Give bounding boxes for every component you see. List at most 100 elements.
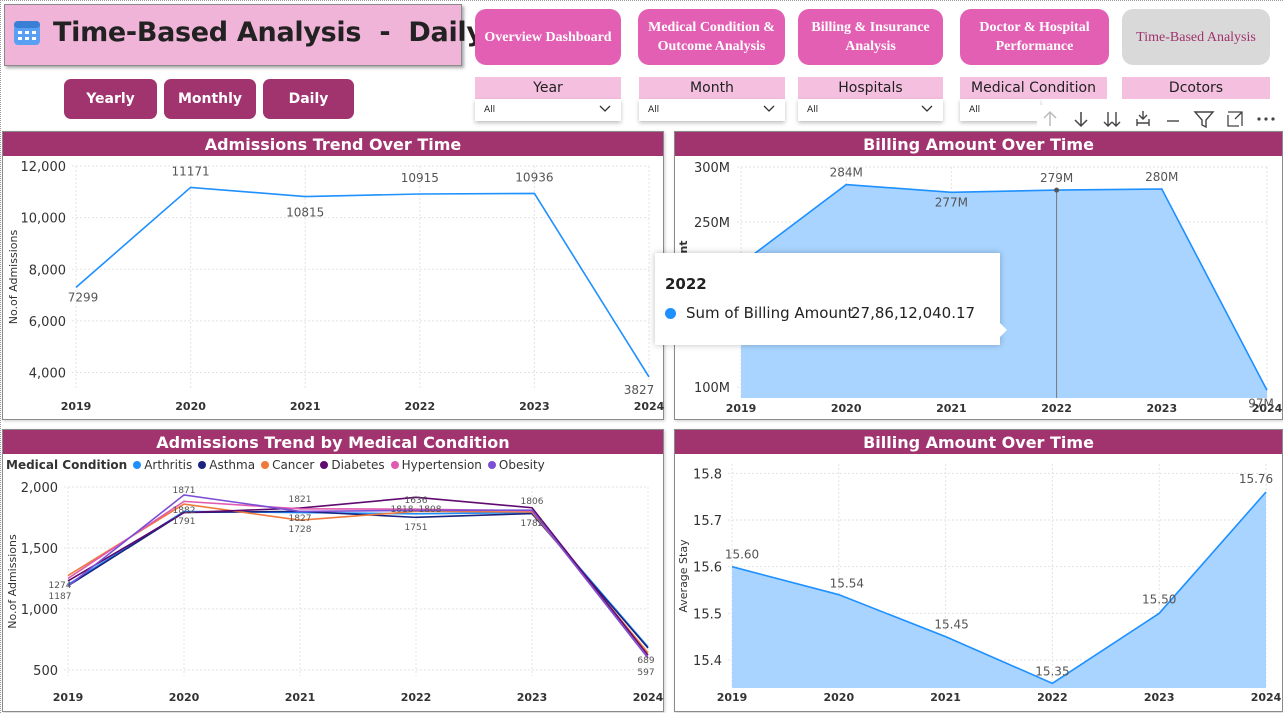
x-tick-label: 2023 bbox=[519, 400, 550, 413]
data-label: 10915 bbox=[401, 171, 439, 185]
y-tick-label: 15.7 bbox=[693, 514, 722, 529]
data-label: 1187 bbox=[49, 592, 72, 602]
x-tick-label: 2023 bbox=[517, 691, 548, 704]
y-tick-label: 15.4 bbox=[693, 654, 722, 669]
nav-doctor-hospital[interactable]: Doctor & Hospital Performance bbox=[960, 9, 1109, 65]
calendar-table-icon bbox=[14, 21, 40, 45]
x-tick-label: 2022 bbox=[1041, 402, 1072, 415]
x-tick-label: 2023 bbox=[1144, 691, 1175, 704]
legend-item-hypertension[interactable]: Hypertension bbox=[390, 458, 482, 472]
y-axis-label: No.of Admissions bbox=[6, 534, 19, 629]
slicer-hospitals-dropdown[interactable]: All bbox=[798, 99, 943, 121]
legend-item-diabetes[interactable]: Diabetes bbox=[320, 458, 385, 472]
tooltip-series-dot bbox=[665, 308, 676, 319]
data-label: 1274 bbox=[49, 581, 72, 591]
filter-icon[interactable] bbox=[1193, 107, 1216, 131]
slicer-year-value: All bbox=[484, 105, 496, 115]
data-label: 280M bbox=[1145, 170, 1178, 184]
slicer-medical-condition-label: Medical Condition bbox=[960, 77, 1107, 99]
double-arrow-down-icon[interactable] bbox=[1101, 107, 1124, 131]
chevron-down-icon bbox=[921, 105, 933, 112]
x-tick-label: 2024 bbox=[633, 691, 664, 704]
slicer-month-dropdown[interactable]: All bbox=[639, 99, 785, 121]
x-tick-label: 2021 bbox=[930, 691, 961, 704]
legend-item-asthma[interactable]: Asthma bbox=[198, 458, 255, 472]
stay-trend-chart: 15.4 15.5 15.6 15.7 15.8 2019 2020 2021 2022 2023… bbox=[677, 464, 1282, 704]
y-tick-label: 2,000 bbox=[21, 481, 58, 496]
y-tick-label: 500 bbox=[33, 664, 58, 679]
arrow-down-icon[interactable] bbox=[1070, 107, 1093, 131]
legend-item-arthritis[interactable]: Arthritis bbox=[133, 458, 192, 472]
more-options-icon[interactable] bbox=[1254, 107, 1277, 131]
data-label: 1882 bbox=[173, 506, 196, 516]
y-axis-label: No.of Admissions bbox=[7, 230, 20, 325]
nav-medical-condition[interactable]: Medical Condition & Outcome Analysis bbox=[638, 9, 785, 65]
data-label: 1791 bbox=[173, 517, 196, 527]
x-tick-label: 2019 bbox=[53, 691, 84, 704]
slicer-month-label: Month bbox=[639, 77, 785, 99]
data-label: 15.50 bbox=[1142, 592, 1176, 606]
data-label: 15.35 bbox=[1035, 664, 1069, 678]
y-tick-label: 300M bbox=[694, 161, 730, 176]
x-tick-label: 2019 bbox=[717, 691, 748, 704]
slicer-hospitals-label: Hospitals bbox=[798, 77, 943, 99]
nav-time-based-analysis[interactable]: Time-Based Analysis bbox=[1122, 9, 1270, 65]
x-tick-label: 2022 bbox=[404, 400, 435, 413]
tooltip-value: 27,86,12,040.17 bbox=[851, 304, 976, 322]
nav-billing-insurance[interactable]: Billing & Insurance Analysis bbox=[798, 9, 943, 65]
legend-item-obesity[interactable]: Obesity bbox=[487, 458, 545, 472]
data-label: 15.45 bbox=[934, 618, 968, 632]
x-tick-label: 2021 bbox=[285, 691, 316, 704]
stay-trend-panel[interactable]: Billing Amount Over Time 15.4 15.5 15.6 15.… bbox=[674, 429, 1283, 712]
data-label: 279M bbox=[1040, 171, 1073, 185]
series-line bbox=[75, 186, 650, 378]
y-tick-label: 250M bbox=[694, 216, 730, 231]
y-tick-label: 15.5 bbox=[693, 607, 722, 622]
x-tick-label: 2021 bbox=[290, 400, 321, 413]
focus-mode-icon[interactable] bbox=[1224, 107, 1247, 131]
slicer-hospitals-value: All bbox=[807, 105, 819, 115]
data-label: 1782 bbox=[521, 519, 544, 529]
x-tick-label: 2020 bbox=[823, 691, 854, 704]
slicer-year-label: Year bbox=[475, 77, 621, 99]
data-label: 97M bbox=[1248, 396, 1274, 410]
data-label: 7299 bbox=[68, 290, 99, 304]
slicer-doctors-label: Dcotors bbox=[1122, 77, 1270, 99]
data-label: 15.60 bbox=[725, 548, 759, 562]
x-tick-label: 2020 bbox=[169, 691, 200, 704]
y-tick-label: 15.6 bbox=[693, 561, 722, 576]
condition-trend-chart: 500 1,000 1,500 2,000 2019 2020 2021 2022 2023 20… bbox=[6, 481, 664, 704]
yearly-button[interactable]: Yearly bbox=[64, 79, 157, 119]
y-tick-label: 10,000 bbox=[21, 212, 67, 227]
y-tick-label: 100M bbox=[694, 381, 730, 396]
data-label: 1827 bbox=[289, 514, 312, 524]
monthly-button[interactable]: Monthly bbox=[164, 79, 256, 119]
y-tick-label: 12,000 bbox=[21, 160, 67, 175]
x-tick-label: 2019 bbox=[726, 402, 757, 415]
x-tick-label: 2024 bbox=[1251, 691, 1282, 704]
y-tick-label: 4,000 bbox=[29, 367, 66, 382]
data-label: 1871 bbox=[173, 486, 196, 496]
data-label: 277M bbox=[935, 195, 968, 209]
slicer-medical-condition-dropdown[interactable]: All bbox=[960, 99, 1040, 121]
arrow-up-icon[interactable] bbox=[1039, 107, 1062, 131]
daily-button[interactable]: Daily bbox=[263, 79, 354, 119]
data-label: 10936 bbox=[515, 170, 553, 184]
slicer-year-dropdown[interactable]: All bbox=[475, 99, 621, 121]
y-tick-label: 6,000 bbox=[29, 315, 66, 330]
series-line-hypertension bbox=[67, 500, 649, 659]
tooltip-title: 2022 bbox=[665, 275, 707, 293]
data-label: 1728 bbox=[289, 525, 312, 535]
tooltip-label: Sum of Billing Amount bbox=[686, 304, 854, 322]
pin-line-icon bbox=[1162, 107, 1185, 131]
expand-hierarchy-icon[interactable] bbox=[1131, 107, 1154, 131]
x-tick-label: 2021 bbox=[936, 402, 967, 415]
hover-marker bbox=[1054, 187, 1060, 193]
page-title-box: Time-Based Analysis - Daily bbox=[4, 4, 484, 66]
legend-item-cancer[interactable]: Cancer bbox=[261, 458, 314, 472]
condition-legend: Medical Condition Arthritis Asthma Cance… bbox=[6, 458, 545, 472]
y-tick-label: 8,000 bbox=[29, 263, 66, 278]
admissions-trend-panel[interactable]: Admissions Trend Over Time 4,000 6,000 8,0… bbox=[2, 131, 665, 420]
nav-overview-dashboard[interactable]: Overview Dashboard bbox=[475, 9, 621, 65]
data-label: 15.54 bbox=[830, 577, 864, 591]
